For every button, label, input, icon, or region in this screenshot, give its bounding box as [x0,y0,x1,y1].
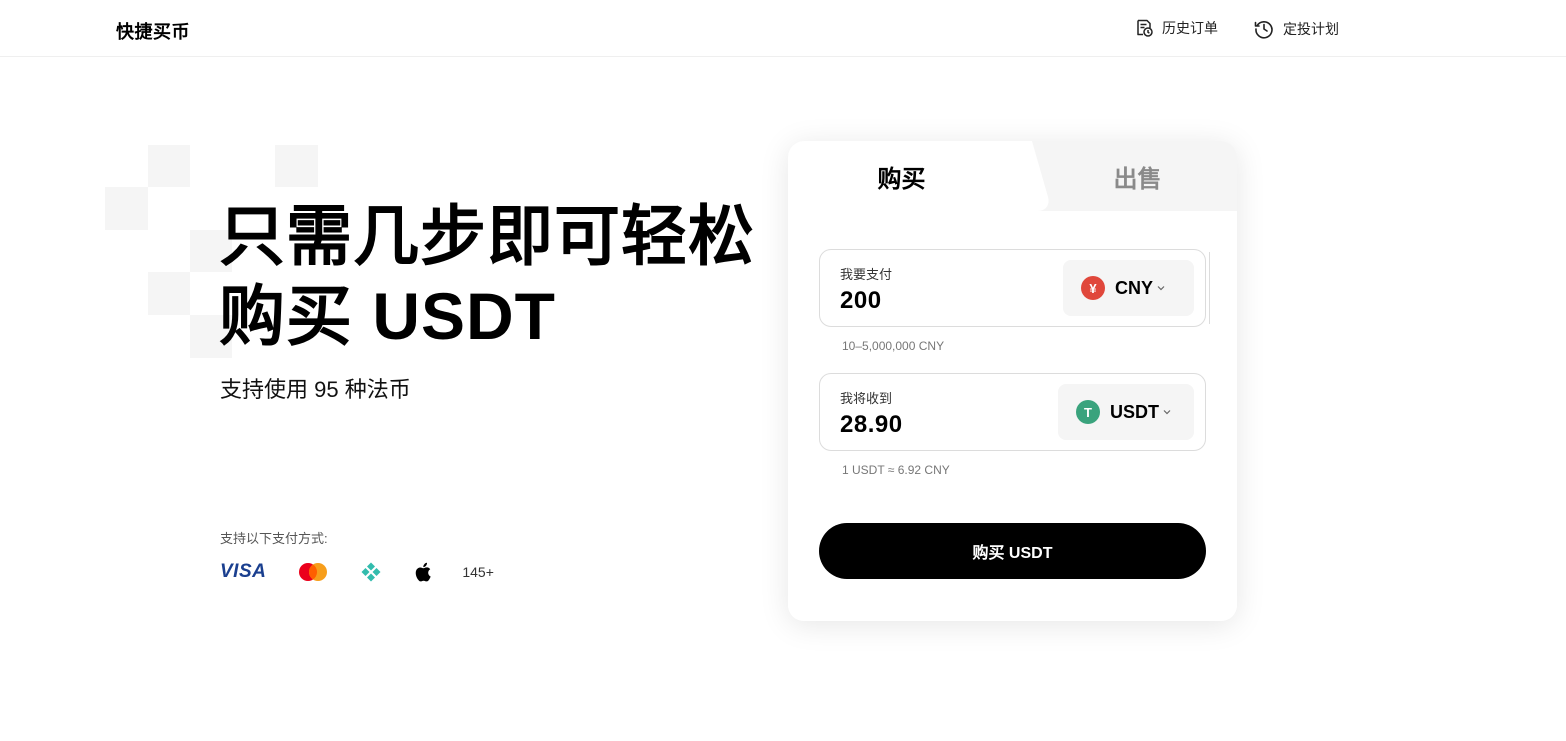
pay-currency-selector[interactable]: ¥ CNY [1063,260,1194,316]
pay-limit-hint: 10–5,000,000 CNY [842,339,945,353]
payment-methods-label: 支持以下支付方式: [220,531,328,546]
hero-title-line-2: 购买 USDT [219,279,556,353]
receive-currency-selector[interactable]: T USDT [1058,384,1194,440]
visa-logo: VISA [220,561,267,582]
pix-icon [360,561,382,583]
receive-amount-label: 我将收到 [840,391,893,406]
more-payment-methods: 145+ [462,564,494,580]
chevron-down-icon [1156,280,1166,298]
apple-pay-icon [414,561,434,583]
pay-amount-field[interactable]: 我要支付 200 ¥ CNY [819,249,1210,327]
receive-amount-field[interactable]: 我将收到 28.90 T USDT [819,373,1206,451]
recurring-plan-label: 定投计划 [1283,21,1339,37]
recurring-plan-link[interactable]: 定投计划 [1253,18,1339,40]
mastercard-icon [298,562,328,582]
trade-tabs: 购买 出售 [788,141,1237,211]
pay-amount-input[interactable]: 200 [840,287,882,315]
cny-currency-icon: ¥ [1081,276,1105,300]
history-orders-link[interactable]: 历史订单 [1134,18,1218,38]
trade-form: 我要支付 200 ¥ CNY 10–5,000,000 CNY 我将收到 28.… [788,211,1237,621]
history-orders-label: 历史订单 [1162,20,1218,36]
tab-buy[interactable]: 购买 [788,141,1018,211]
receive-amount-input[interactable]: 28.90 [840,411,903,439]
trade-card: 购买 出售 我要支付 200 ¥ CNY 10–5,000,000 CNY 我将… [788,141,1237,621]
chevron-down-icon [1162,404,1172,422]
hero-title: 只需几步即可轻松 购买 USDT [219,196,779,356]
pay-currency-code: CNY [1115,277,1154,298]
payment-methods-list: VISA 145+ [220,558,526,586]
pay-amount-label: 我要支付 [840,267,893,282]
exchange-rate-hint: 1 USDT ≈ 6.92 CNY [842,463,950,477]
tab-sell[interactable]: 出售 [1038,141,1237,211]
brand-title[interactable]: 快捷买币 [116,18,190,44]
order-history-icon [1134,18,1154,38]
hero-title-line-1: 只需几步即可轻松 [219,199,755,273]
hero-subtitle: 支持使用 95 种法币 [220,377,411,402]
usdt-currency-icon: T [1076,400,1100,424]
buy-usdt-button[interactable]: 购买 USDT [819,523,1206,579]
clock-history-icon [1253,18,1275,40]
receive-currency-code: USDT [1110,401,1159,422]
top-header: 快捷买币 历史订单 定投计划 [0,0,1566,57]
tab-buy-label: 购买 [877,165,926,193]
